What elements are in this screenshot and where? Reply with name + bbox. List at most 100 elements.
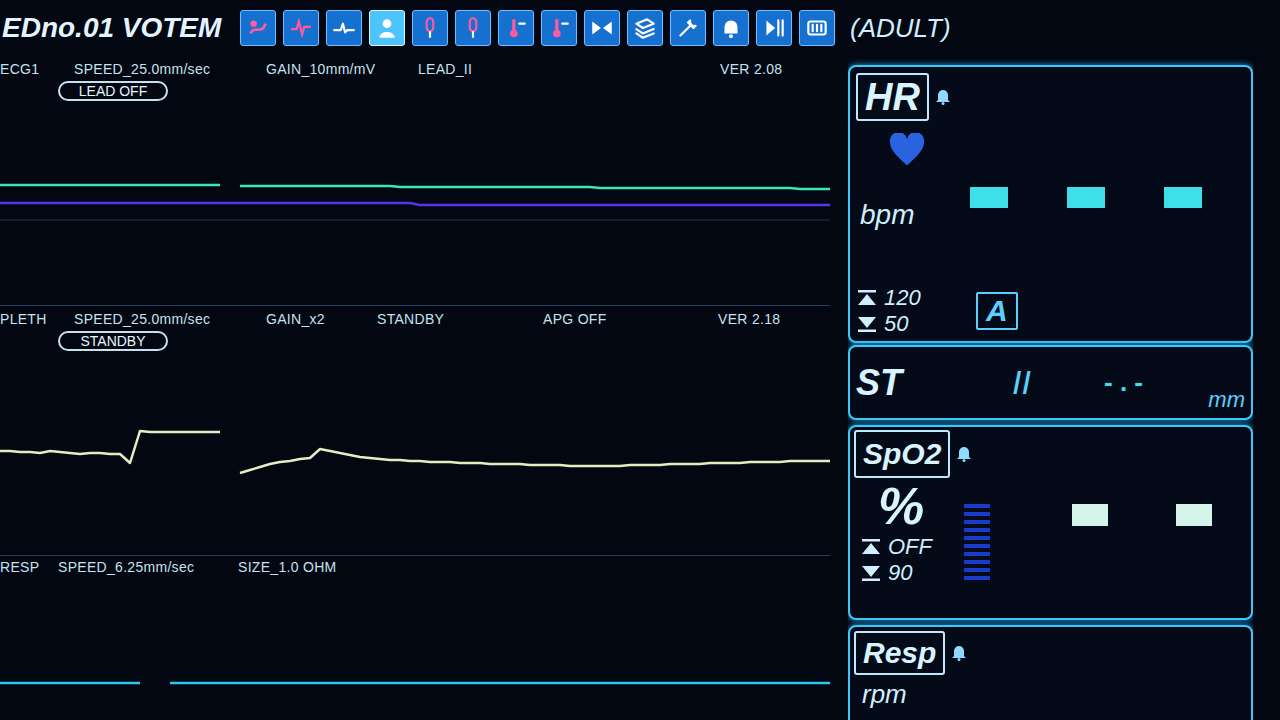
waveform-column: ECG1SPEED_25.0mm/secGAIN_10mm/mVLEAD_IIV… [0, 56, 830, 720]
tool-icon [675, 15, 701, 41]
toolbar-button[interactable] [756, 10, 792, 46]
bar-segment [964, 560, 990, 564]
toolbar-button[interactable] [369, 10, 405, 46]
alarm-limits: OFF90 [860, 534, 964, 586]
hr-panel: HRbpm12050A [848, 65, 1253, 343]
bell-icon [718, 15, 744, 41]
thermo-icon [503, 15, 529, 41]
toolbar-button[interactable] [670, 10, 706, 46]
bar-segment [964, 544, 990, 548]
upper-limit: 120 [884, 285, 921, 311]
toolbar-button[interactable] [240, 10, 276, 46]
vital-label: SpO2 [854, 430, 950, 478]
waveform-field: GAIN_x2 [266, 310, 377, 328]
toolbar-button[interactable] [498, 10, 534, 46]
waveform-field: SPEED_25.0mm/sec [74, 60, 266, 78]
alarm-bell-icon [951, 643, 967, 661]
waveform-field: APG OFF [543, 310, 718, 328]
resp-unit: rpm [854, 679, 1247, 709]
waveform-field: LEAD_II [418, 60, 720, 78]
lower-limit-icon [860, 564, 882, 582]
toolbar-button[interactable] [541, 10, 577, 46]
toolbar-button[interactable] [455, 10, 491, 46]
placeholder-block [1072, 504, 1108, 526]
toolbar-button[interactable] [326, 10, 362, 46]
st-lead: II [1012, 357, 1104, 408]
placeholder-block [970, 187, 1008, 208]
toolbar-button[interactable] [283, 10, 319, 46]
probe-icon [460, 15, 486, 41]
monitor-title: EDno.01 VOTEM [0, 7, 240, 49]
waveform-field: SIZE_1.0 OHM [238, 558, 830, 576]
upper-limit-icon [856, 289, 878, 307]
placeholder-block [1176, 504, 1212, 526]
upper-limit: OFF [888, 534, 932, 560]
alarm-bell-icon [956, 444, 972, 462]
person-icon [374, 15, 400, 41]
placeholder-block [1164, 187, 1202, 208]
main-area: ECG1SPEED_25.0mm/secGAIN_10mm/mVLEAD_IIV… [0, 56, 1280, 720]
layers-icon [632, 15, 658, 41]
bar-segment [964, 528, 990, 532]
toolbar [240, 10, 835, 46]
vital-label: Resp [854, 631, 945, 675]
waveform-badge: STANDBY [58, 331, 168, 351]
toolbar-button[interactable] [799, 10, 835, 46]
st-unit: mm [1208, 383, 1245, 418]
toolbar-button[interactable] [627, 10, 663, 46]
lower-limit: 50 [884, 311, 908, 337]
upper-limit-icon [860, 538, 882, 556]
waveform-section: RESPSPEED_6.25mm/secSIZE_1.0 OHM [0, 556, 830, 720]
bar-segment [964, 576, 990, 580]
toolbar-button[interactable] [412, 10, 448, 46]
bar-segment [964, 504, 990, 508]
vitals-column: HRbpm12050ASTII- . -mmSpO2%OFF90Resprpm [848, 56, 1253, 720]
lower-limit-icon [856, 315, 878, 333]
alarm-bell-icon [935, 87, 951, 105]
pin-icon [245, 15, 271, 41]
waveform-field: GAIN_10mm/mV [266, 60, 418, 78]
waveform-header: ECG1SPEED_25.0mm/secGAIN_10mm/mVLEAD_IIV… [0, 56, 830, 100]
waveform-field: STANDBY [377, 310, 543, 328]
toolbar-button[interactable] [713, 10, 749, 46]
pulse-bar-graph [964, 504, 990, 586]
value-placeholder [1072, 504, 1212, 526]
resp-panel: Resp rpm [848, 625, 1253, 720]
waveform-section: PLETHSPEED_25.0mm/secGAIN_x2STANDBYAPG O… [0, 306, 830, 556]
waveform-field: SPEED_25.0mm/sec [74, 310, 266, 328]
waveform-section: ECG1SPEED_25.0mm/secGAIN_10mm/mVLEAD_IIV… [0, 56, 830, 306]
waveform-field: VER 2.08 [720, 60, 830, 78]
patient-monitor: EDno.01 VOTEM(ADULT)ECG1SPEED_25.0mm/sec… [0, 0, 1280, 720]
value-placeholder [970, 187, 1202, 208]
waveform-name: ECG1 [0, 60, 74, 78]
toolbar-button[interactable] [584, 10, 620, 46]
hr-unit: bpm [856, 199, 970, 231]
waveform-header: PLETHSPEED_25.0mm/secGAIN_x2STANDBYAPG O… [0, 306, 830, 349]
waveform-badge: LEAD OFF [58, 81, 168, 101]
hr-mode-badge: A [976, 292, 1018, 330]
spo2-panel: SpO2%OFF90 [848, 425, 1253, 620]
ecg-icon [288, 15, 314, 41]
bar-segment [964, 536, 990, 540]
waveform-trace [0, 578, 830, 720]
waveform-field: SPEED_6.25mm/sec [58, 558, 238, 576]
skip-icon [589, 15, 615, 41]
lower-limit: 90 [888, 560, 912, 586]
placeholder-block [1067, 187, 1105, 208]
top-bar: EDno.01 VOTEM (ADULT) [0, 0, 1280, 56]
waveform-name: RESP [0, 558, 58, 576]
waveform-name: PLETH [0, 310, 74, 328]
battery-icon [804, 15, 830, 41]
wave-icon [331, 15, 357, 41]
heart-icon [888, 133, 926, 167]
waveform-trace [0, 349, 830, 555]
patient-mode: (ADULT) [850, 9, 951, 48]
bar-segment [964, 512, 990, 516]
vital-label: ST [856, 356, 1012, 410]
alarm-limits: 12050 [856, 285, 976, 337]
spo2-unit: % [860, 478, 964, 534]
st-panel: STII- . -mm [848, 345, 1253, 420]
bar-segment [964, 568, 990, 572]
waveform-field: VER 2.18 [718, 310, 830, 328]
probe-icon [417, 15, 443, 41]
